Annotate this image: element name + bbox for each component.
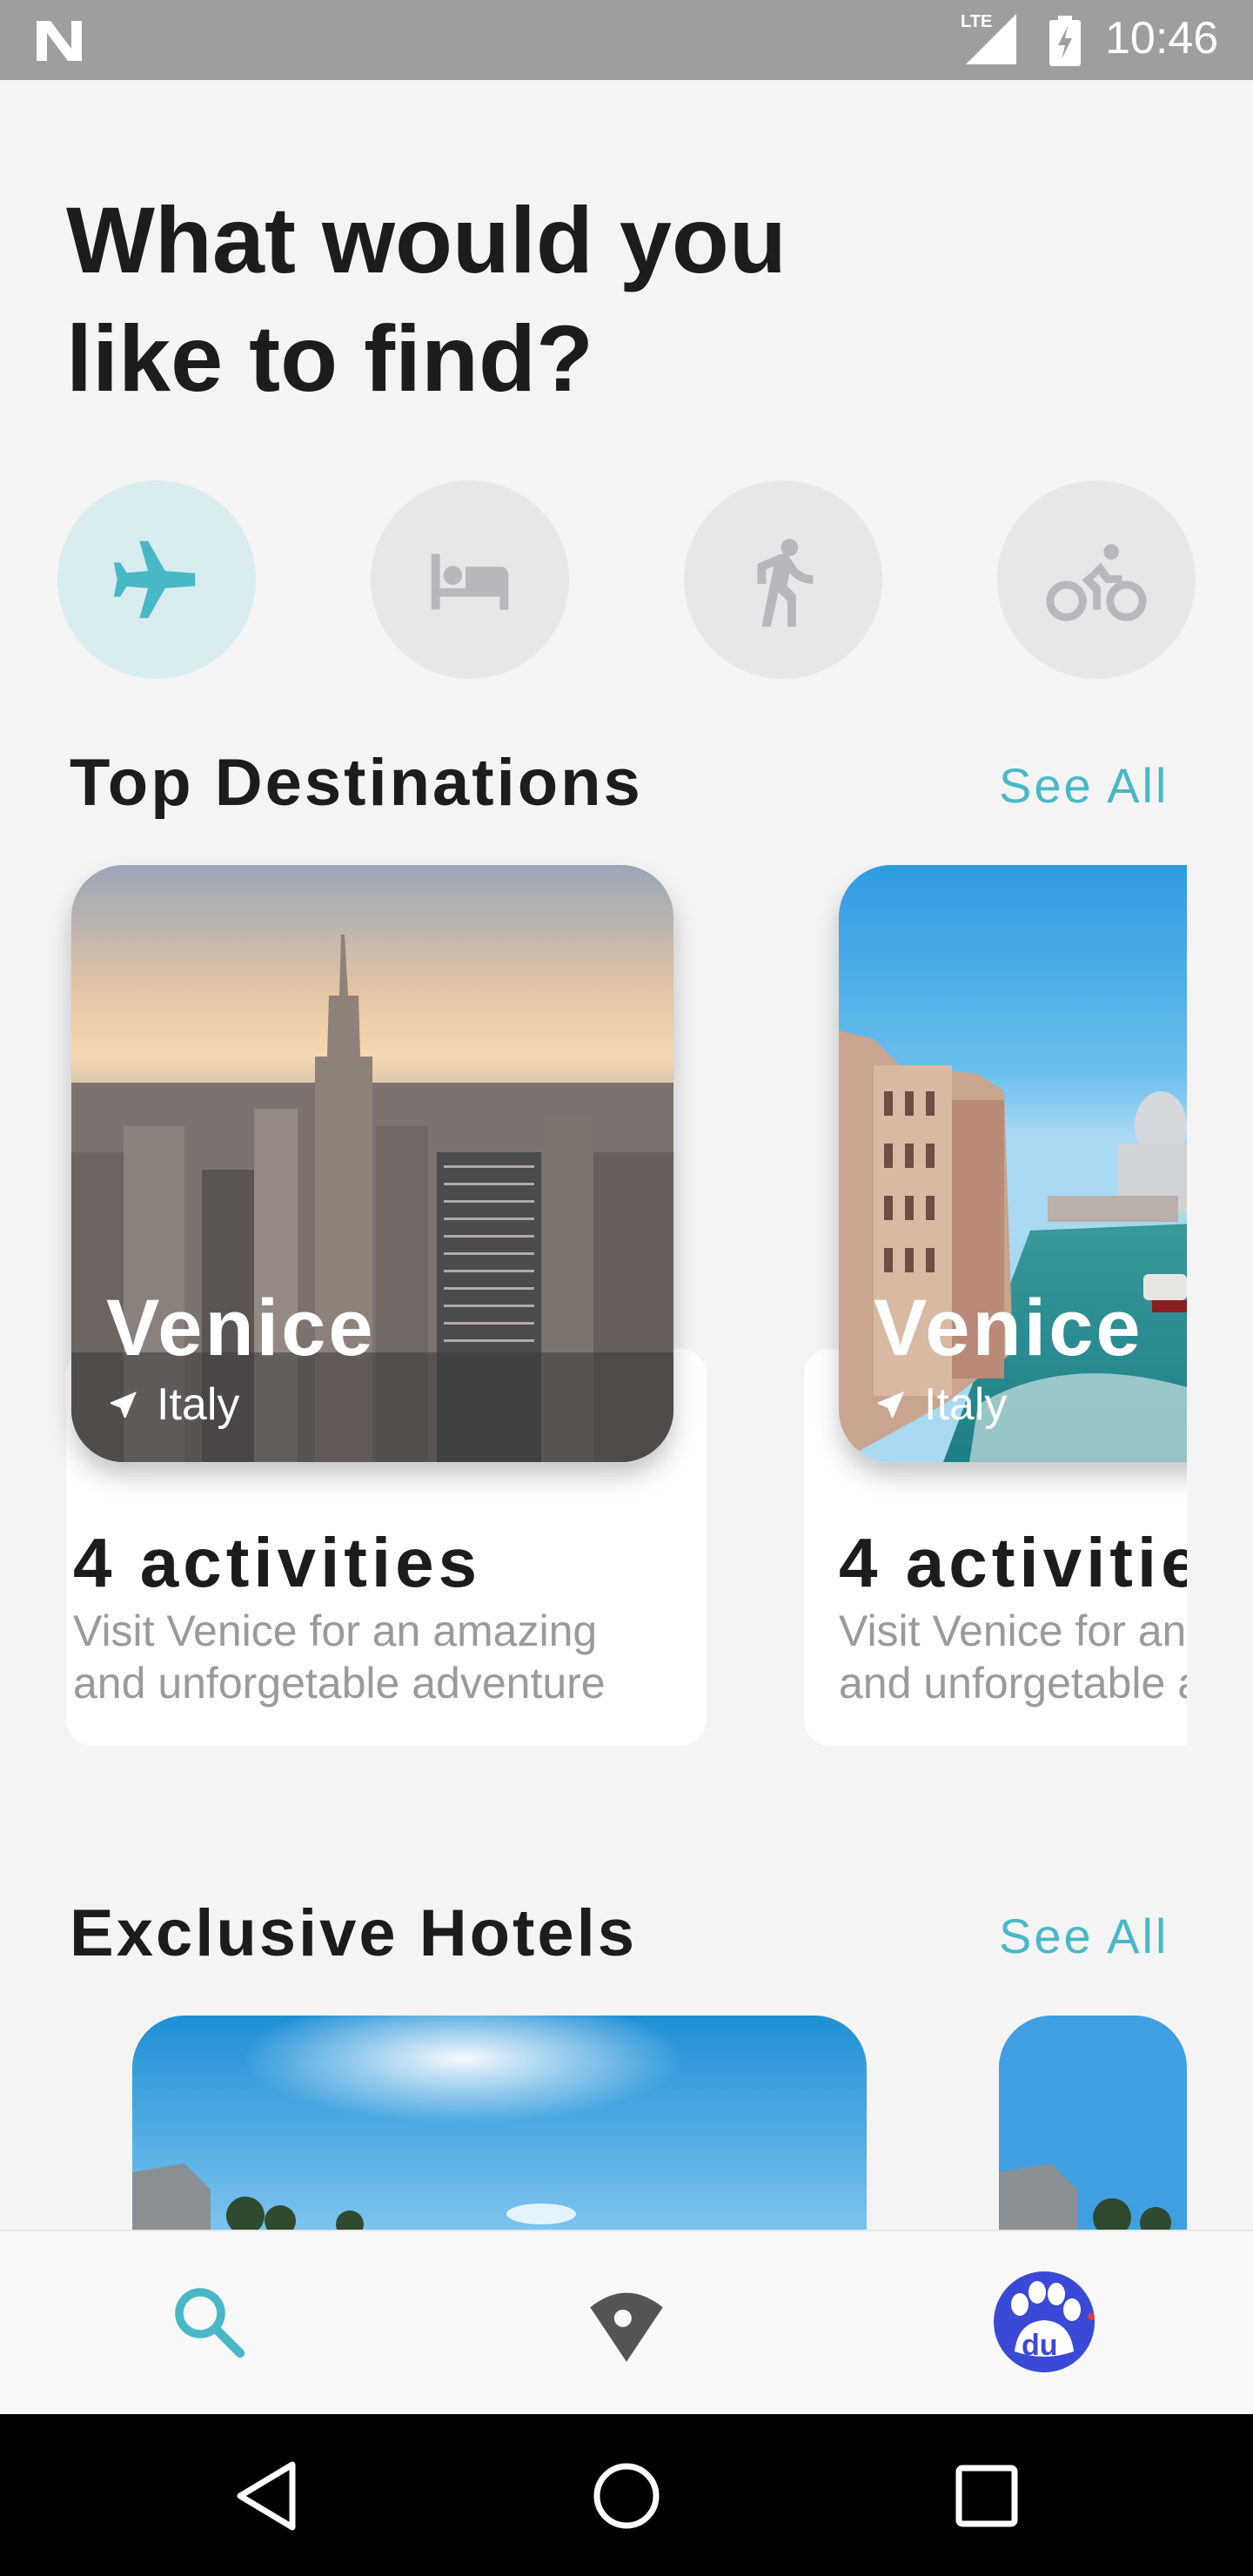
destination-country: Italy xyxy=(157,1379,240,1430)
category-walking-button[interactable] xyxy=(684,480,882,679)
destination-name: Venice xyxy=(106,1284,376,1372)
bed-icon xyxy=(431,553,509,610)
destination-country: Italy xyxy=(924,1379,1008,1430)
system-navigation-bar xyxy=(0,2414,1253,2576)
destination-activities: 4 activities xyxy=(839,1524,1187,1601)
lte-signal-icon: LTE xyxy=(955,10,1023,68)
nav-baidu-button[interactable]: du xyxy=(988,2266,1100,2378)
bottom-navigation: du xyxy=(0,2230,1253,2416)
destination-location: Italy xyxy=(106,1379,239,1431)
destination-card[interactable]: Venice Italy 4 activities Visit Venice f… xyxy=(66,865,707,1746)
navigation-arrow-icon xyxy=(878,1392,904,1418)
destination-description-line2: and unforgetable adventure xyxy=(839,1659,1187,1707)
map-pin-icon xyxy=(590,2292,663,2362)
airplane-icon xyxy=(113,540,196,619)
recents-icon[interactable] xyxy=(952,2461,1022,2531)
hotel-image xyxy=(999,2016,1187,2231)
nav-search-button[interactable] xyxy=(157,2270,261,2374)
destination-name: Venice xyxy=(874,1284,1143,1372)
destination-activities: 4 activities xyxy=(73,1524,482,1601)
page-title-line1: What would you xyxy=(66,187,787,292)
category-hotels-button[interactable] xyxy=(371,480,569,679)
nav-places-button[interactable] xyxy=(574,2270,679,2374)
hotel-card[interactable] xyxy=(999,2016,1187,2231)
exclusive-hotels-see-all-link[interactable]: See All xyxy=(999,1908,1169,1964)
page-title-line2: like to find? xyxy=(66,305,593,411)
page-title: What would you like to find? xyxy=(66,181,936,418)
hotel-card[interactable] xyxy=(132,2016,867,2231)
walking-icon xyxy=(757,539,814,627)
destination-description-line1: Visit Venice for an amazing xyxy=(839,1607,1187,1655)
network-type-label: LTE xyxy=(961,12,993,31)
status-time: 10:46 xyxy=(1105,13,1219,64)
hotel-image xyxy=(132,2016,867,2231)
navigation-arrow-icon xyxy=(111,1392,137,1418)
destination-description-line2: and unforgetable adventure xyxy=(73,1659,606,1707)
top-destinations-title: Top Destinations xyxy=(70,746,643,820)
search-icon xyxy=(175,2288,245,2358)
category-biking-button[interactable] xyxy=(997,480,1196,679)
destination-location: Italy xyxy=(874,1379,1007,1431)
destination-description: Visit Venice for an amazing and unforget… xyxy=(839,1605,1187,1709)
home-icon[interactable] xyxy=(588,2458,665,2534)
destination-description-line1: Visit Venice for an amazing xyxy=(73,1607,598,1655)
category-flights-button[interactable] xyxy=(57,480,256,679)
destination-image: Venice Italy xyxy=(839,865,1187,1462)
notification-n-icon xyxy=(37,21,82,61)
baidu-label: du xyxy=(1022,2329,1058,2362)
destination-description: Visit Venice for an amazing and unforget… xyxy=(73,1605,606,1709)
top-destinations-see-all-link[interactable]: See All xyxy=(999,757,1169,814)
destination-card[interactable]: Venice Italy 4 activities Visit Venice f… xyxy=(804,865,1187,1746)
bicycle-icon xyxy=(1046,544,1147,621)
destination-image: Venice Italy xyxy=(71,865,673,1462)
back-icon[interactable] xyxy=(231,2459,301,2532)
exclusive-hotels-title: Exclusive Hotels xyxy=(70,1896,638,1970)
status-bar: LTE 10:46 xyxy=(0,0,1253,80)
battery-charging-icon xyxy=(1049,16,1081,66)
